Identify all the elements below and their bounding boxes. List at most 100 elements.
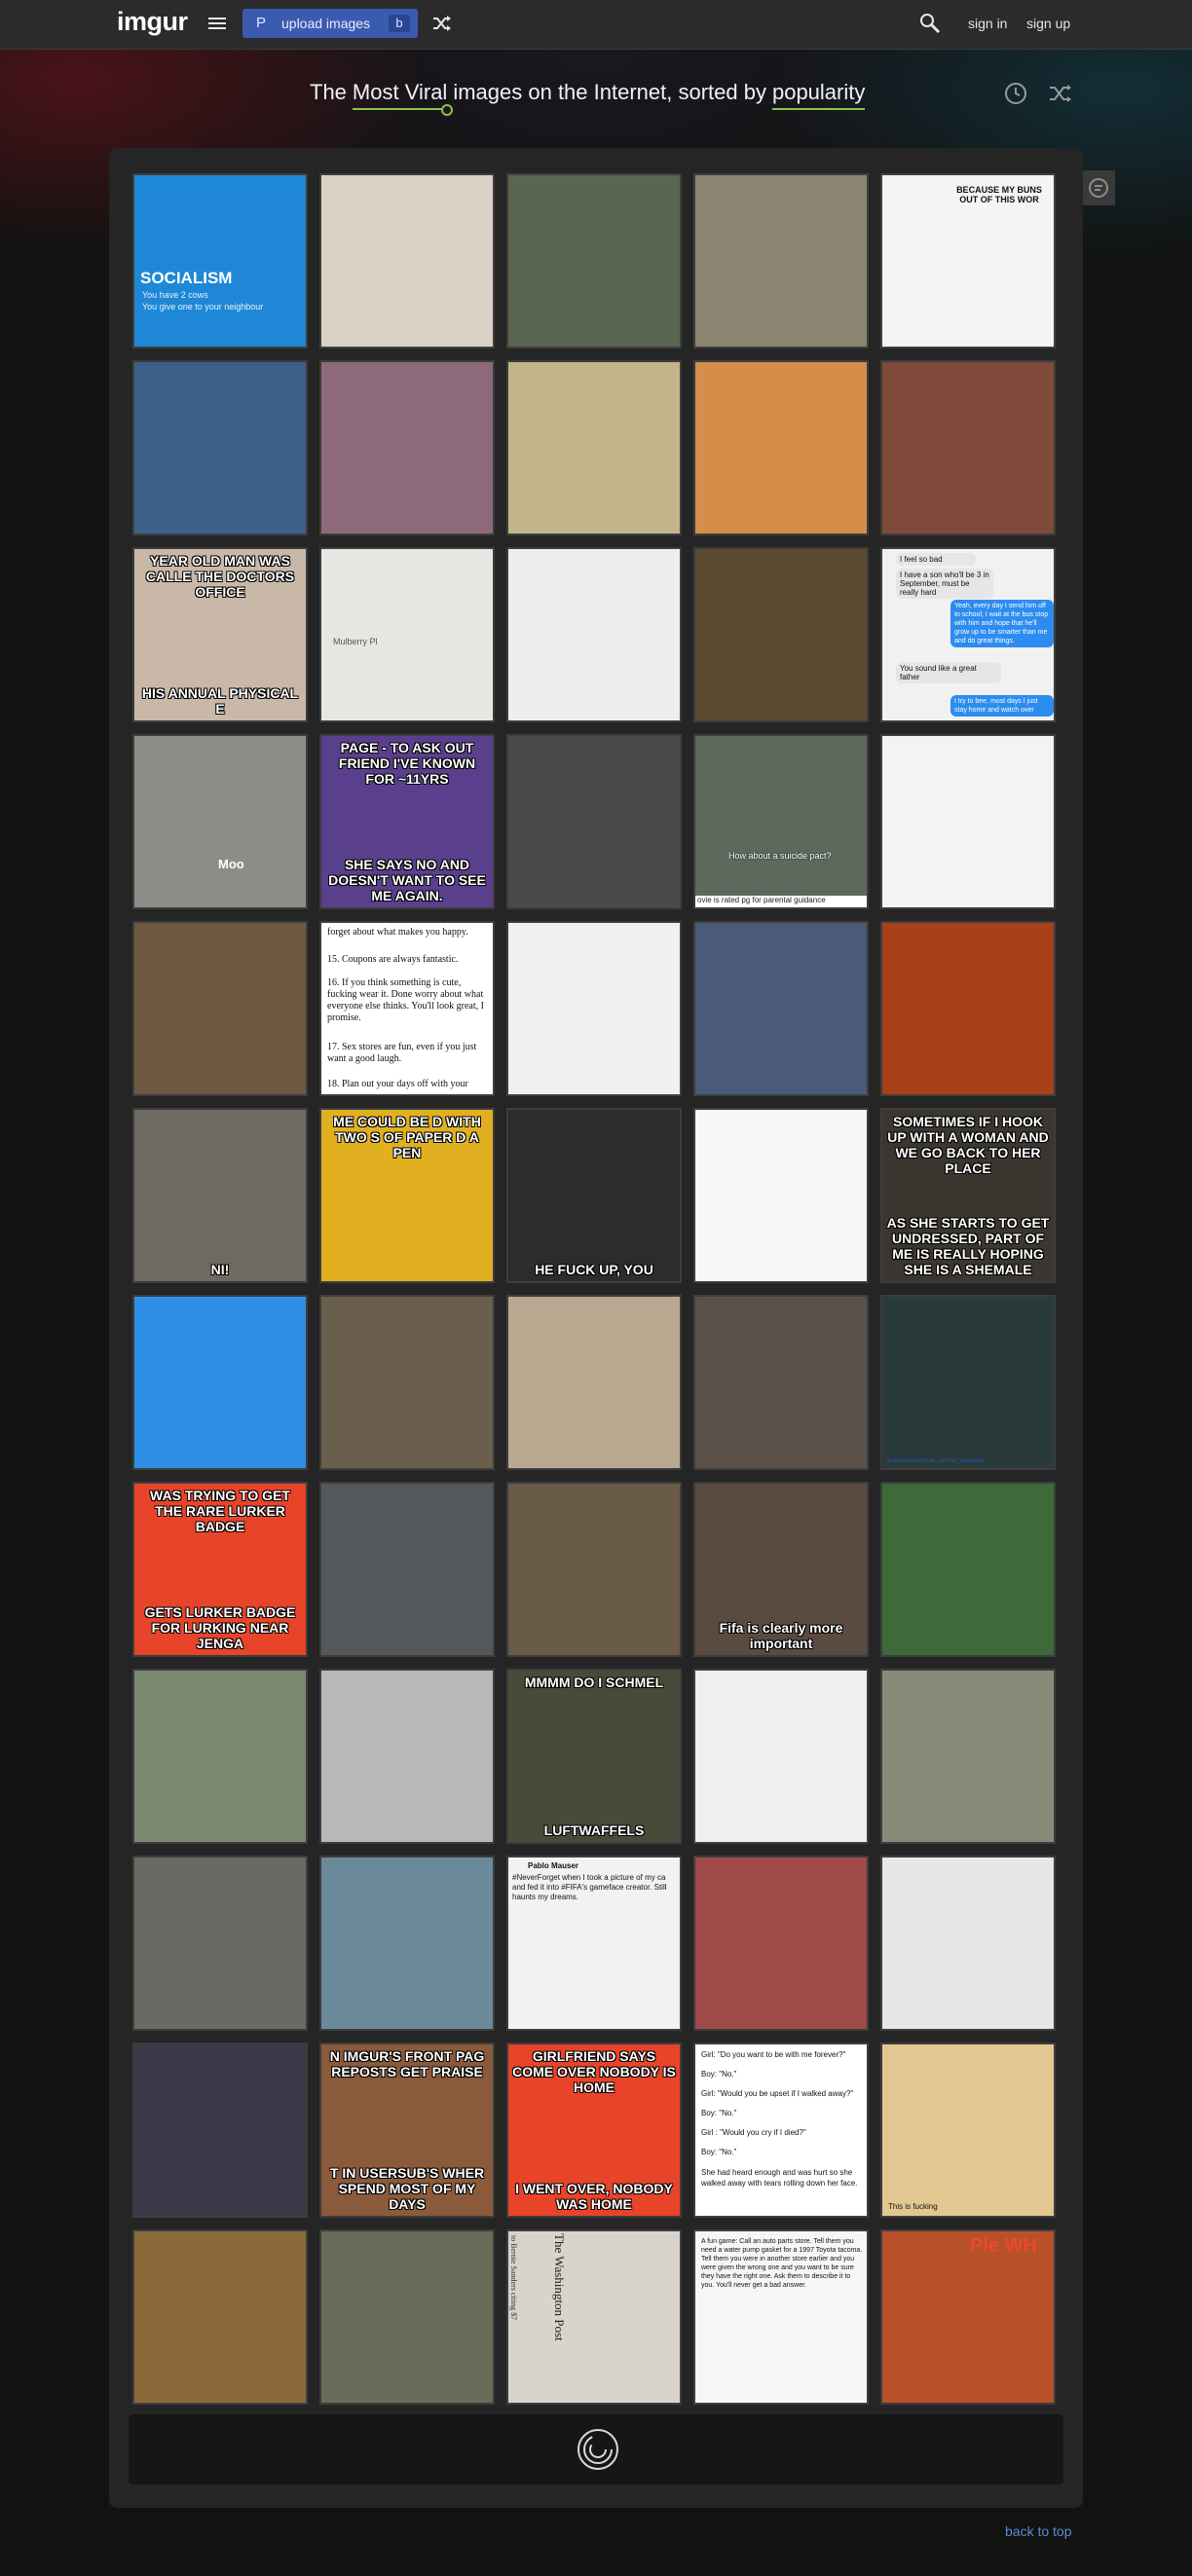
gallery-thumbnail[interactable]: andrewsevenyfivet, samuel_jaelurdon. bbox=[880, 1295, 1056, 1470]
gallery-thumbnail[interactable] bbox=[506, 547, 682, 722]
gallery-thumbnail[interactable] bbox=[693, 547, 869, 722]
gallery-thumbnail[interactable]: BECAUSE MY BUNS OUT OF THIS WOR bbox=[880, 173, 1056, 349]
sign-in-link[interactable]: sign in bbox=[968, 16, 1007, 31]
meme-bottom-caption: AS SHE STARTS TO GET UNDRESSED, PART OF … bbox=[886, 1215, 1050, 1277]
gallery-thumbnail[interactable] bbox=[693, 1669, 869, 1844]
gallery-thumbnail[interactable]: Fifa is clearly more important bbox=[693, 1482, 869, 1657]
gallery-thumbnail[interactable]: ME COULD BE D WITH TWO S OF PAPER D A PE… bbox=[319, 1108, 495, 1283]
imgur-logo[interactable]: imgur bbox=[117, 7, 188, 37]
gallery-thumbnail[interactable] bbox=[880, 1669, 1056, 1844]
gallery-thumbnail[interactable] bbox=[693, 1108, 869, 1283]
gallery-thumbnail[interactable]: This is fucking bbox=[880, 2042, 1056, 2218]
gallery-thumbnail[interactable]: A fun game: Call an auto parts store. Te… bbox=[693, 2229, 869, 2405]
gallery-thumbnail[interactable]: Moo bbox=[132, 734, 308, 909]
tweet-text: #NeverForget when I took a picture of my… bbox=[512, 1873, 667, 1901]
random-shuffle-icon[interactable] bbox=[432, 15, 452, 32]
advice-line: 16. If you think something is cute, fuck… bbox=[327, 977, 484, 1023]
chat-bubble: I feel so bad bbox=[896, 553, 976, 566]
image-grid: SOCIALISM You have 2 cows You give one to … bbox=[132, 173, 1060, 2405]
gallery-thumbnail[interactable]: WAS TRYING TO GET THE RARE LURKER BADGE G… bbox=[132, 1482, 308, 1657]
gallery-thumbnail[interactable]: Ple WH bbox=[880, 2229, 1056, 2405]
comments-side-button[interactable] bbox=[1082, 170, 1115, 205]
meme-bottom-caption: T IN USERSUB'S WHER SPEND MOST OF MY DAY… bbox=[329, 2165, 485, 2212]
gallery-thumbnail[interactable] bbox=[880, 1856, 1056, 2031]
gallery-thumbnail[interactable] bbox=[132, 2229, 308, 2405]
gallery-thumbnail[interactable] bbox=[506, 734, 682, 909]
gallery-thumbnail[interactable] bbox=[132, 2042, 308, 2218]
gallery-thumbnail[interactable]: forget about what makes you happy. 15. Co… bbox=[319, 921, 495, 1096]
gallery-thumbnail[interactable]: Mulberry Pl bbox=[319, 547, 495, 722]
gallery-thumbnail[interactable] bbox=[693, 173, 869, 349]
gallery-thumbnail[interactable]: I feel so bad I have a son who'll be 3 in… bbox=[880, 547, 1056, 722]
gallery-thumbnail[interactable] bbox=[132, 1856, 308, 2031]
meme-top-caption: WAS TRYING TO GET THE RARE LURKER BADGE bbox=[150, 1488, 290, 1534]
dialogue-line: She had heard enough and was hurt so she… bbox=[701, 2168, 858, 2188]
gallery-thumbnail[interactable]: MMMM DO I SCHMEL LUFTWAFFELS bbox=[506, 1669, 682, 1844]
meme-bottom-caption: NI! bbox=[210, 1262, 230, 1277]
gallery-thumbnail[interactable]: Pablo Mauser #NeverForget when I took a p… bbox=[506, 1856, 682, 2031]
gallery-thumbnail[interactable] bbox=[319, 360, 495, 535]
gallery-thumbnail[interactable]: HE FUCK UP, YOU bbox=[506, 1108, 682, 1283]
chat-bubble: You sound like a great father bbox=[896, 662, 1001, 683]
dialogue-line: Girl: "Would you be upset if I walked aw… bbox=[701, 2089, 854, 2098]
hamburger-menu-icon[interactable] bbox=[208, 16, 226, 31]
gallery-thumbnail[interactable] bbox=[132, 921, 308, 1096]
gallery-thumbnail[interactable] bbox=[506, 1295, 682, 1470]
gallery-thumbnail[interactable] bbox=[319, 173, 495, 349]
gallery-thumbnail[interactable] bbox=[132, 1669, 308, 1844]
gallery-thumbnail[interactable]: YEAR OLD MAN WAS CALLE THE DOCTORS OFFIC… bbox=[132, 547, 308, 722]
gallery-thumbnail[interactable] bbox=[319, 1856, 495, 2031]
gallery-thumbnail[interactable] bbox=[506, 1482, 682, 1657]
gallery-thumbnail[interactable] bbox=[319, 1482, 495, 1657]
gallery-thumbnail[interactable] bbox=[693, 1856, 869, 2031]
gallery-thumbnail[interactable]: SOCIALISM You have 2 cows You give one to … bbox=[132, 173, 308, 349]
sort-order-value: popularity bbox=[771, 80, 866, 104]
gallery-thumbnail[interactable]: GIRLFRIEND SAYS COME OVER NOBODY IS HOME… bbox=[506, 2042, 682, 2218]
advice-line: 18. Plan out your days off with your bbox=[327, 1079, 468, 1089]
gallery-thumbnail[interactable]: How about a suicide pact? ovie is rated p… bbox=[693, 734, 869, 909]
advice-line: 15. Coupons are always fantastic. bbox=[327, 954, 459, 965]
meme-top-caption: N IMGUR'S FRONT PAG REPOSTS GET PRAISE bbox=[329, 2048, 485, 2079]
gallery-thumbnail[interactable] bbox=[506, 921, 682, 1096]
gallery-thumbnail[interactable] bbox=[319, 2229, 495, 2405]
gallery-thumbnail[interactable] bbox=[319, 1669, 495, 1844]
dialogue-line: Boy: "No." bbox=[701, 2109, 737, 2117]
loading-bar bbox=[129, 2414, 1063, 2484]
gallery-thumbnail[interactable] bbox=[880, 1482, 1056, 1657]
gallery-thumbnail[interactable] bbox=[880, 360, 1056, 535]
sign-up-link[interactable]: sign up bbox=[1026, 16, 1070, 31]
meme-bottom-caption: LUFTWAFFELS bbox=[543, 1822, 645, 1838]
gallery-thumbnail[interactable]: PAGE - TO ASK OUT FRIEND I'VE KNOWN FOR … bbox=[319, 734, 495, 909]
gallery-thumbnail[interactable] bbox=[506, 173, 682, 349]
gallery-thumbnail[interactable]: N IMGUR'S FRONT PAG REPOSTS GET PRAISE T … bbox=[319, 2042, 495, 2218]
gallery-thumbnail[interactable] bbox=[506, 360, 682, 535]
shuffle-icon[interactable] bbox=[1049, 84, 1072, 103]
gallery-thumbnail[interactable]: Girl: "Do you want to be with me forever… bbox=[693, 2042, 869, 2218]
gallery-thumbnail[interactable]: The Washington Post to Bernie Sanders cit… bbox=[506, 2229, 682, 2405]
movie-subtitle: How about a suicide pact? bbox=[728, 851, 832, 861]
upload-images-button[interactable]: P upload images b bbox=[242, 9, 418, 38]
dialogue-line: Boy: "No." bbox=[701, 2148, 737, 2156]
gallery-thumbnail[interactable] bbox=[132, 360, 308, 535]
gallery-thumbnail[interactable] bbox=[132, 1295, 308, 1470]
search-icon[interactable] bbox=[919, 13, 941, 34]
gallery-thumbnail[interactable] bbox=[880, 921, 1056, 1096]
gallery-thumbnail[interactable] bbox=[693, 921, 869, 1096]
gallery-thumbnail[interactable] bbox=[693, 1295, 869, 1470]
gallery-thumbnail[interactable]: NI! bbox=[132, 1108, 308, 1283]
gallery-thumbnail[interactable] bbox=[693, 360, 869, 535]
meme-bottom-caption: SHE SAYS NO AND DOESN'T WANT TO SEE ME A… bbox=[328, 857, 486, 903]
meme-bottom-caption: I WENT OVER, NOBODY WAS HOME bbox=[515, 2181, 673, 2212]
gallery-thumbnail[interactable]: SOMETIMES IF I HOOK UP WITH A WOMAN AND … bbox=[880, 1108, 1056, 1283]
gallery-thumbnail[interactable] bbox=[319, 1295, 495, 1470]
meme-top-caption: SOMETIMES IF I HOOK UP WITH A WOMAN AND … bbox=[887, 1114, 1049, 1176]
sort-section-dropdown[interactable]: Most Viral bbox=[352, 80, 454, 116]
sort-order-dropdown[interactable]: popularity bbox=[771, 80, 866, 110]
gallery-thumbnail[interactable] bbox=[880, 734, 1056, 909]
movie-rating-text: ovie is rated pg for parental guidance bbox=[695, 896, 867, 907]
upload-label: upload images bbox=[281, 16, 371, 31]
advice-line: forget about what makes you happy. bbox=[327, 927, 468, 938]
meme-bottom-caption: GETS LURKER BADGE FOR LURKING NEAR JENGA bbox=[144, 1604, 296, 1651]
time-clock-icon[interactable] bbox=[1004, 82, 1027, 105]
back-to-top-link[interactable]: back to top bbox=[1005, 2523, 1072, 2539]
